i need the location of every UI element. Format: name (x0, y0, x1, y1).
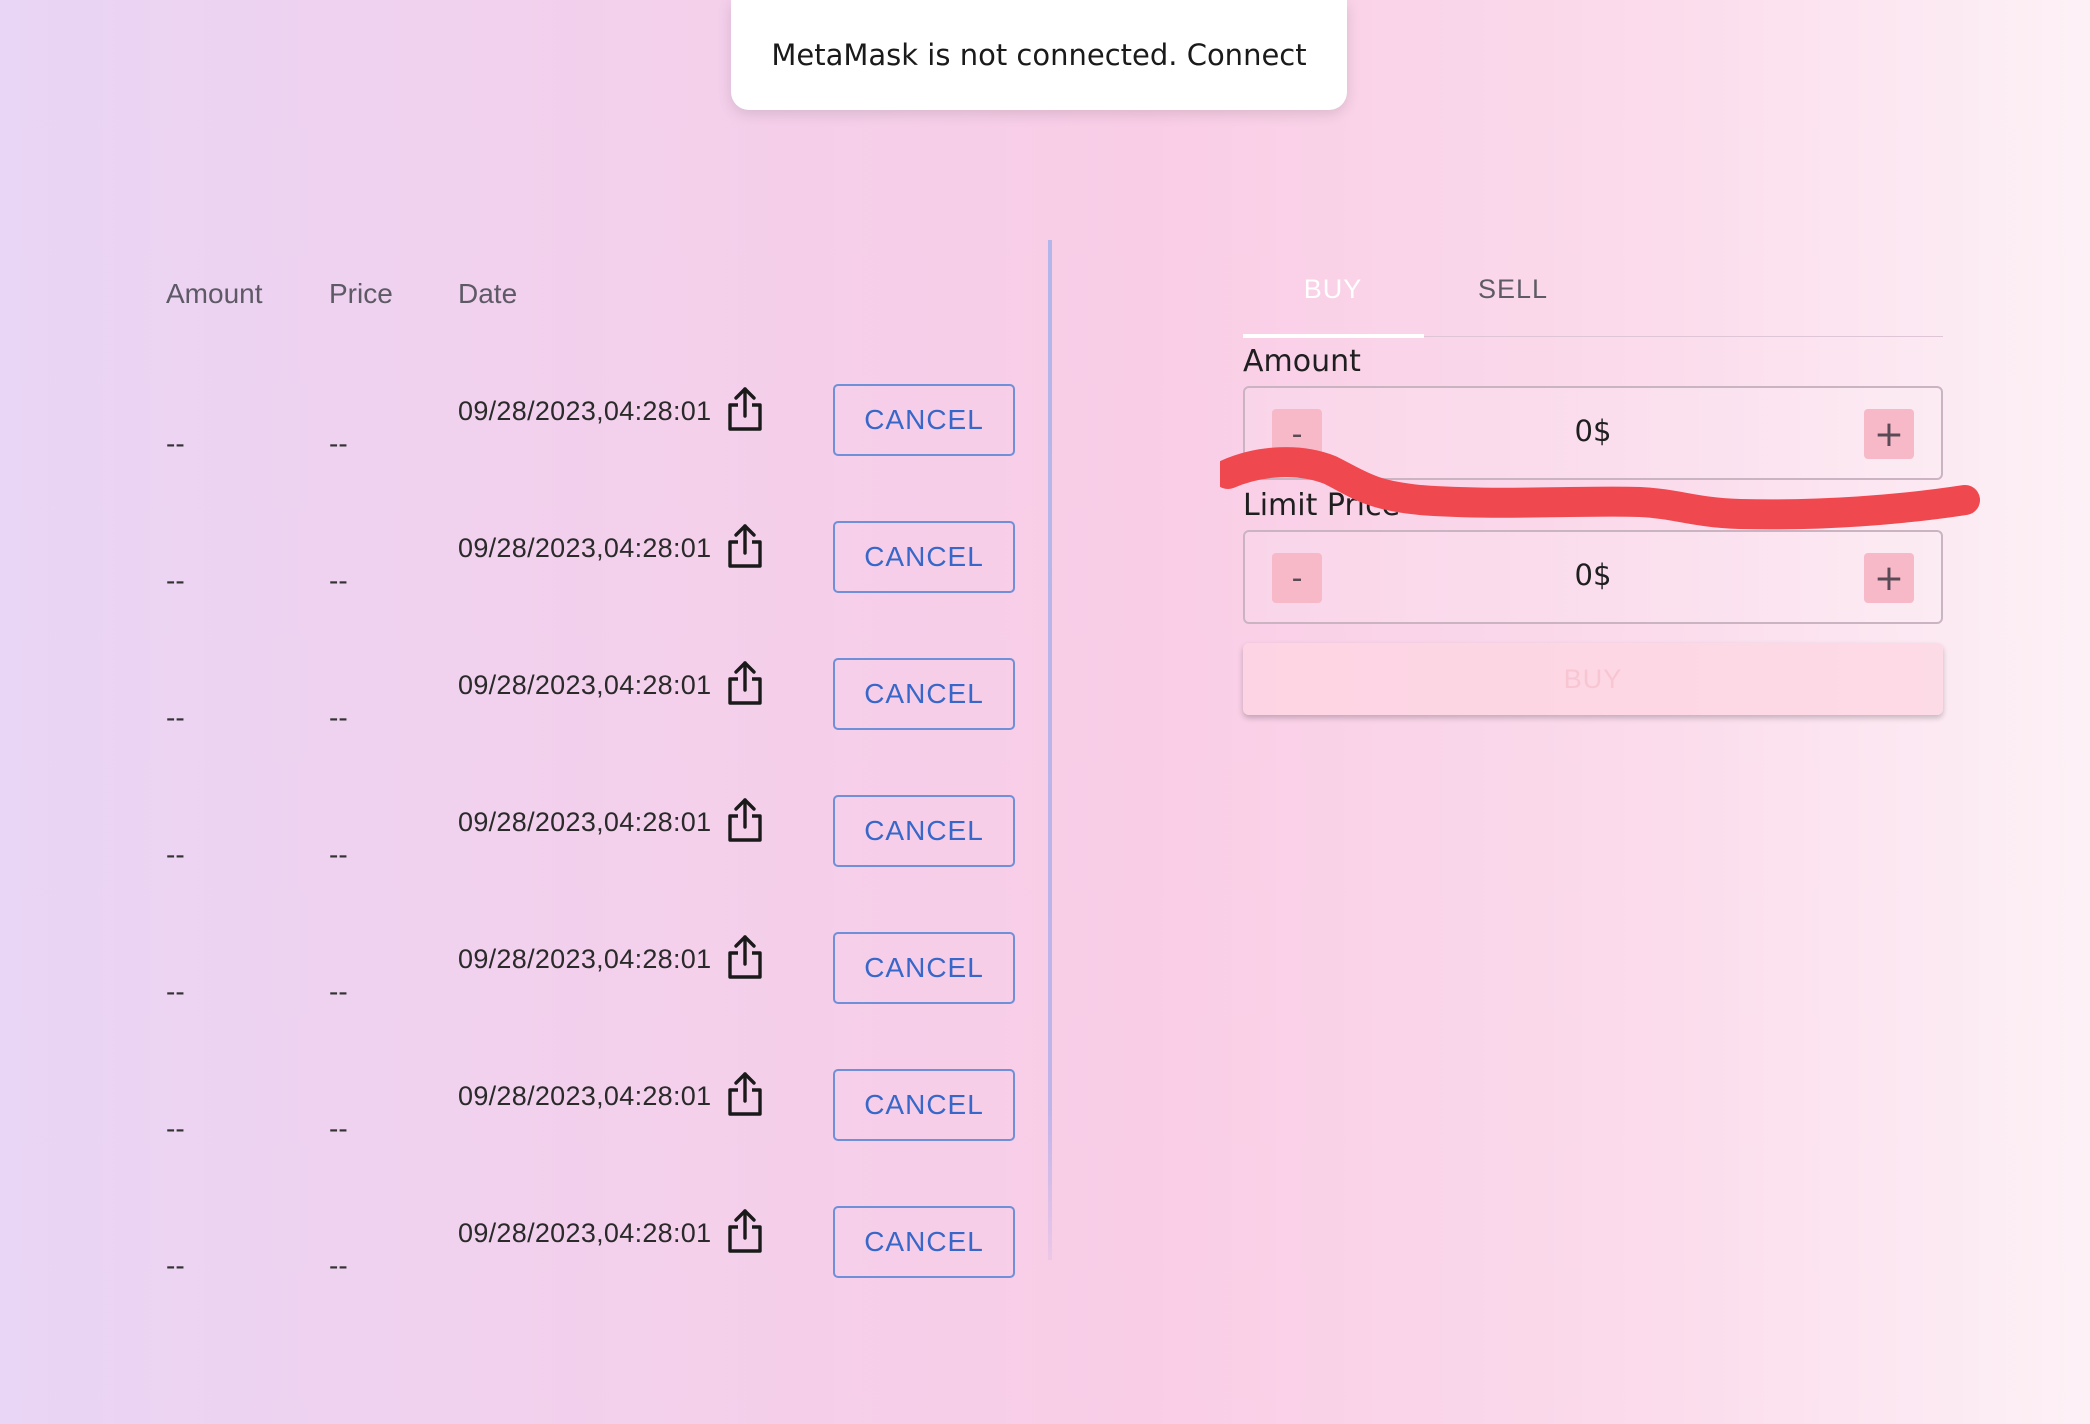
trade-tabs: BUY SELL (1243, 256, 1943, 338)
row-date: 09/28/2023,04:28:01 (458, 1081, 712, 1111)
table-row: -- -- 09/28/2023,04:28:01 CANCEL (0, 658, 1040, 795)
row-amount: -- (166, 702, 185, 733)
row-price: -- (329, 1250, 348, 1281)
row-price: -- (329, 428, 348, 459)
row-amount: -- (166, 428, 185, 459)
share-icon[interactable] (726, 660, 764, 706)
share-icon[interactable] (726, 797, 764, 843)
table-row: -- -- 09/28/2023,04:28:01 CANCEL (0, 384, 1040, 521)
header-amount: Amount (166, 278, 263, 309)
tab-buy[interactable]: BUY (1243, 274, 1423, 305)
row-amount: -- (166, 1250, 185, 1281)
share-icon[interactable] (726, 523, 764, 569)
row-amount: -- (166, 1113, 185, 1144)
row-amount: -- (166, 839, 185, 870)
table-row: -- -- 09/28/2023,04:28:01 CANCEL (0, 1069, 1040, 1206)
share-icon[interactable] (726, 934, 764, 980)
share-icon[interactable] (726, 1208, 764, 1254)
row-price: -- (329, 1113, 348, 1144)
cancel-order-button[interactable]: CANCEL (833, 932, 1015, 1004)
row-date: 09/28/2023,04:28:01 (458, 1218, 712, 1248)
row-price: -- (329, 976, 348, 1007)
cancel-order-button[interactable]: CANCEL (833, 795, 1015, 867)
buy-submit-button[interactable]: BUY (1243, 643, 1943, 715)
row-amount: -- (166, 565, 185, 596)
row-price: -- (329, 702, 348, 733)
limit-price-increment-button[interactable]: + (1864, 553, 1914, 603)
open-orders-table: Amount Price Date -- -- 09/28/2023,04:28:0… (0, 0, 1050, 1424)
row-date: 09/28/2023,04:28:01 (458, 533, 712, 563)
amount-label: Amount (1243, 344, 1361, 379)
table-row: -- -- 09/28/2023,04:28:01 CANCEL (0, 521, 1040, 658)
cancel-order-button[interactable]: CANCEL (833, 384, 1015, 456)
cancel-order-button[interactable]: CANCEL (833, 1069, 1015, 1141)
share-icon[interactable] (726, 386, 764, 432)
limit-price-label: Limit Price (1243, 488, 1401, 523)
amount-increment-button[interactable]: + (1864, 409, 1914, 459)
row-amount: -- (166, 976, 185, 1007)
table-row: -- -- 09/28/2023,04:28:01 CANCEL (0, 932, 1040, 1069)
row-price: -- (329, 839, 348, 870)
active-tab-indicator (1243, 334, 1424, 338)
cancel-order-button[interactable]: CANCEL (833, 658, 1015, 730)
limit-price-field[interactable]: - 0$ + (1243, 530, 1943, 624)
row-date: 09/28/2023,04:28:01 (458, 670, 712, 700)
tab-sell[interactable]: SELL (1423, 274, 1603, 305)
limit-price-value[interactable]: 0$ (1245, 558, 1941, 592)
header-date: Date (458, 278, 518, 309)
panel-divider (1048, 240, 1052, 1260)
table-row: -- -- 09/28/2023,04:28:01 CANCEL (0, 795, 1040, 932)
row-date: 09/28/2023,04:28:01 (458, 944, 712, 974)
table-row: -- -- 09/28/2023,04:28:01 CANCEL (0, 1206, 1040, 1343)
amount-field[interactable]: - 0$ + (1243, 386, 1943, 480)
share-icon[interactable] (726, 1071, 764, 1117)
amount-value[interactable]: 0$ (1245, 414, 1941, 448)
row-date: 09/28/2023,04:28:01 (458, 807, 712, 837)
row-date: 09/28/2023,04:28:01 (458, 396, 712, 426)
cancel-order-button[interactable]: CANCEL (833, 1206, 1015, 1278)
row-price: -- (329, 565, 348, 596)
header-price: Price (329, 278, 393, 309)
cancel-order-button[interactable]: CANCEL (833, 521, 1015, 593)
